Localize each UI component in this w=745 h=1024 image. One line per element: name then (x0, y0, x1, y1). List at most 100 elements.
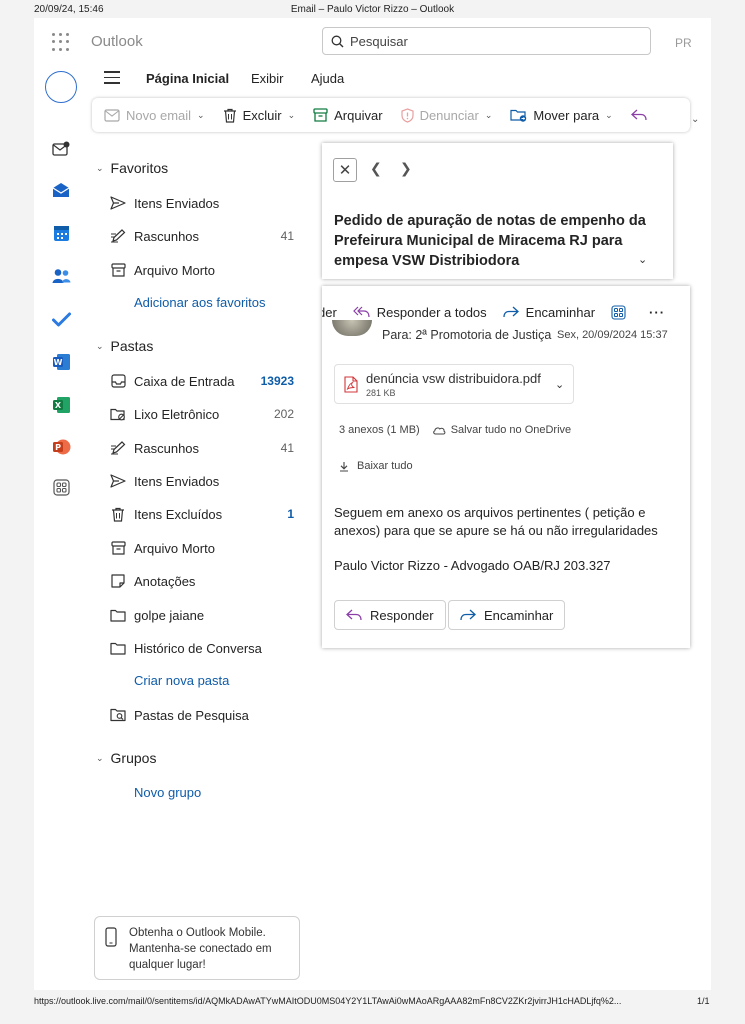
promo-line-2: Mantenha-se conectado em (129, 943, 272, 955)
chevron-down-icon: ⌄ (197, 109, 205, 120)
people-icon[interactable] (51, 266, 71, 286)
chevron-right-icon: ❯ (400, 160, 412, 176)
reply-action-partial[interactable]: der (322, 305, 337, 320)
outlook-mobile-promo[interactable]: Obtenha o Outlook Mobile. Mantenha-se co… (94, 916, 300, 980)
folders-header[interactable]: ⌄ Pastas (96, 338, 153, 354)
download-all-label: Baixar tudo (357, 460, 413, 472)
search-placeholder: Pesquisar (350, 33, 408, 49)
reply-toolbar-button[interactable] (630, 109, 653, 121)
folder-drafts[interactable]: Rascunhos 41 (108, 437, 294, 459)
save-onedrive-button[interactable]: Salvar tudo no OneDrive (432, 424, 571, 436)
folder-inbox[interactable]: Caixa de Entrada 13923 (108, 370, 294, 392)
reply-all-label: Responder a todos (376, 304, 487, 320)
folder-count: 13923 (260, 374, 294, 388)
reply-all-button[interactable]: Responder a todos (352, 304, 487, 320)
delete-button[interactable]: Excluir ⌄ (223, 107, 295, 123)
message-card: der Responder a todos Encaminhar ··· Par… (322, 286, 690, 648)
forward-bottom-button[interactable]: Encaminhar (448, 600, 566, 630)
excel-icon[interactable]: X (51, 395, 71, 415)
folder-label: Lixo Eletrônico (134, 406, 220, 422)
forward-icon (503, 306, 519, 318)
folder-search-folders[interactable]: Pastas de Pesquisa (108, 704, 294, 726)
new-email-button[interactable]: Novo email ⌄ (104, 108, 205, 123)
new-group-link[interactable]: Novo grupo (134, 785, 201, 800)
favorites-header[interactable]: ⌄ Favoritos (96, 160, 168, 176)
create-folder-link[interactable]: Criar nova pasta (134, 673, 229, 688)
more-actions-button[interactable]: ··· (649, 305, 665, 320)
chevron-down-icon: ⌄ (605, 109, 613, 120)
archive-icon (108, 263, 128, 277)
next-message-button[interactable]: ❯ (400, 160, 412, 177)
folder-notes[interactable]: Anotações (108, 570, 294, 592)
attachment-card[interactable]: denúncia vsw distribuidora.pdf 281 KB ⌄ (334, 364, 574, 404)
folder-label: Rascunhos (134, 440, 200, 456)
groups-title: Grupos (110, 750, 157, 766)
profile-circle-icon[interactable] (45, 71, 77, 103)
chevron-left-icon: ❮ (370, 160, 382, 176)
delete-label: Excluir (242, 107, 282, 123)
recipient-line: Para: 2ª Promotoria de Justiça (382, 328, 552, 342)
app-launcher-icon[interactable] (52, 33, 70, 51)
move-to-button[interactable]: Mover para ⌄ (510, 108, 613, 123)
archive-button[interactable]: Arquivar (313, 107, 383, 123)
trash-icon (108, 507, 128, 522)
attachments-count: 3 anexos (1 MB) (339, 424, 420, 436)
favorite-item-sent[interactable]: Itens Enviados (108, 192, 294, 214)
folder-archive[interactable]: Arquivo Morto (108, 537, 294, 559)
add-to-favorites-link[interactable]: Adicionar aos favoritos (134, 295, 266, 310)
folder-label: Histórico de Conversa (134, 640, 262, 656)
more-apps-icon[interactable] (51, 477, 71, 497)
message-actions: der Responder a todos Encaminhar ··· (322, 302, 690, 322)
folder-label: Itens Excluídos (134, 506, 223, 522)
forward-bottom-label: Encaminhar (484, 607, 554, 623)
toolbar-expand-icon[interactable]: ⌄ (691, 114, 699, 125)
account-avatar[interactable]: PR (675, 36, 692, 50)
folder-count: 1 (287, 507, 294, 521)
groups-header[interactable]: ⌄ Grupos (96, 750, 156, 766)
tab-view[interactable]: Exibir (251, 71, 284, 86)
folder-count: 41 (280, 229, 294, 243)
close-button[interactable]: ✕ (333, 158, 357, 182)
archive-icon (313, 108, 328, 122)
menu-icon[interactable] (104, 71, 120, 85)
app-rail: W X P (34, 63, 86, 990)
archive-label: Arquivar (334, 107, 383, 123)
save-onedrive-label: Salvar tudo no OneDrive (450, 424, 572, 436)
folder-junk[interactable]: Lixo Eletrônico 202 (108, 403, 294, 425)
todo-check-icon[interactable] (51, 309, 71, 329)
tab-home[interactable]: Página Inicial (146, 71, 229, 86)
favorite-item-archive[interactable]: Arquivo Morto (108, 259, 294, 281)
reply-all-icon (352, 306, 370, 318)
svg-text:P: P (55, 443, 61, 452)
powerpoint-icon[interactable]: P (51, 437, 71, 457)
folder-label: Arquivo Morto (134, 262, 215, 278)
chevron-down-icon[interactable]: ⌄ (555, 378, 564, 391)
forward-button[interactable]: Encaminhar (503, 305, 595, 320)
new-mail-icon[interactable] (51, 139, 71, 159)
folder-deleted[interactable]: Itens Excluídos 1 (108, 503, 294, 525)
apps-button[interactable] (611, 304, 633, 320)
folders-title: Pastas (110, 338, 154, 354)
mail-icon[interactable] (51, 180, 71, 200)
new-email-label: Novo email (126, 107, 192, 123)
favorite-item-drafts[interactable]: Rascunhos 41 (108, 225, 294, 247)
reply-icon (346, 609, 362, 621)
draft-pencil-icon (108, 441, 128, 455)
folder-conversation-history[interactable]: Histórico de Conversa (108, 637, 294, 659)
reply-label: Responder (370, 607, 434, 623)
folder-golpe-jaiane[interactable]: golpe jaiane (108, 604, 294, 626)
trash-icon (223, 108, 236, 123)
calendar-icon[interactable] (51, 223, 71, 243)
reply-button[interactable]: Responder (334, 600, 446, 630)
expand-conversation-icon[interactable]: ⌄ (638, 253, 647, 266)
report-button[interactable]: Denunciar ⌄ (400, 108, 492, 123)
previous-message-button[interactable]: ❮ (370, 160, 382, 177)
folder-label: Itens Enviados (134, 473, 220, 489)
search-input[interactable]: Pesquisar (322, 27, 651, 55)
tab-help[interactable]: Ajuda (311, 71, 344, 86)
phone-icon (105, 927, 117, 947)
word-icon[interactable]: W (51, 352, 71, 372)
download-all-button[interactable]: Baixar tudo (339, 460, 413, 472)
folder-sent[interactable]: Itens Enviados (108, 470, 294, 492)
reply-action-label: der (322, 304, 337, 320)
